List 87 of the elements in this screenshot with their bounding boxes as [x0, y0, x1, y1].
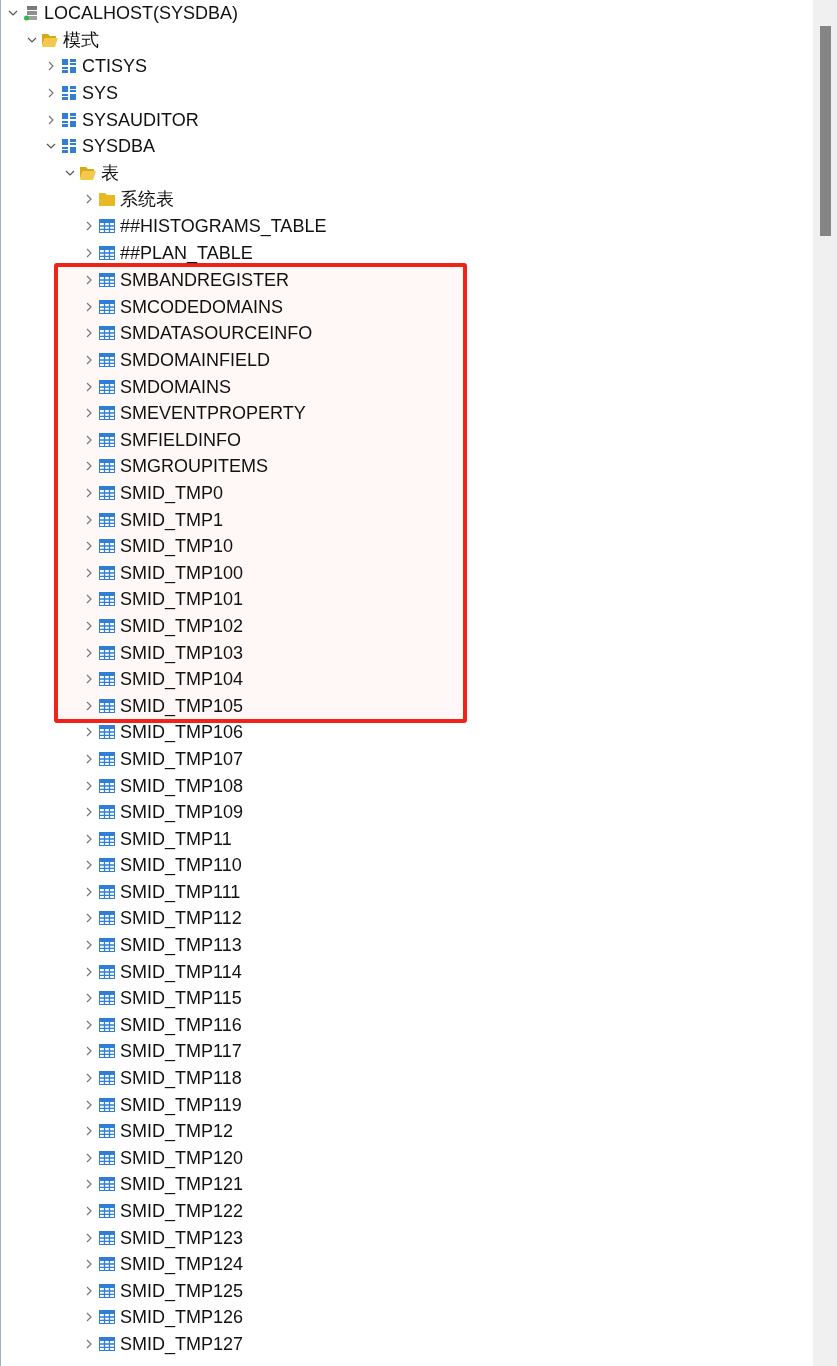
table-icon: [99, 486, 115, 500]
table-icon: [99, 778, 115, 793]
table-icon: [99, 1230, 115, 1245]
table-icon: [99, 459, 115, 474]
folder-icon: [80, 164, 96, 181]
tree-item-label[interactable]: CTISYS: [82, 53, 147, 80]
table-icon: [99, 1283, 115, 1298]
table-icon: [99, 1044, 115, 1059]
tree-item-label[interactable]: SMID_TMP123: [120, 1224, 244, 1251]
table-icon: [99, 592, 115, 607]
tree-item-label[interactable]: SMID_TMP109: [120, 799, 244, 826]
tree-item-label[interactable]: ##HISTOGRAMS_TABLE: [120, 213, 327, 240]
table-icon: [99, 432, 115, 447]
tree-item-label[interactable]: SMID_TMP112: [120, 905, 242, 932]
tree-item-label[interactable]: LOCALHOST(SYSDBA): [44, 0, 239, 27]
table-icon: [99, 353, 115, 367]
tree-item-label[interactable]: SMID_TMP107: [120, 745, 244, 772]
tree-item-label[interactable]: SMID_TMP118: [120, 1065, 242, 1092]
tree-item-label[interactable]: SMID_TMP125: [120, 1277, 244, 1304]
table-icon: [99, 273, 115, 288]
table-icon: [99, 219, 115, 234]
blocks-icon: [61, 85, 77, 102]
tree-item-label[interactable]: SMID_TMP119: [120, 1091, 242, 1118]
table-icon: [99, 805, 115, 820]
tree-item-label[interactable]: SMID_TMP108: [120, 772, 244, 799]
tree-item-label[interactable]: SMID_TMP114: [120, 958, 242, 985]
folder-icon: [99, 191, 115, 208]
table-icon: [99, 964, 115, 979]
table-icon: [99, 698, 115, 713]
tree-item-label[interactable]: SMID_TMP126: [120, 1304, 244, 1331]
tree-item-label[interactable]: SMID_TMP110: [120, 852, 242, 879]
table-icon: [99, 1257, 115, 1272]
tree-item-label[interactable]: SMID_TMP116: [120, 1011, 242, 1038]
tree-item-label[interactable]: SYSAUDITOR: [82, 106, 199, 133]
table-icon: [99, 1097, 115, 1112]
tree-item-label[interactable]: SMID_TMP120: [120, 1144, 244, 1171]
table-icon: [99, 565, 115, 580]
table-icon: [99, 1204, 115, 1218]
tree-item-label[interactable]: 表: [101, 159, 119, 186]
table-icon: [99, 326, 115, 341]
tree-item-label[interactable]: SYSDBA: [82, 133, 156, 160]
tree-item-label[interactable]: SMID_TMP117: [120, 1038, 242, 1065]
tree-item-label[interactable]: SMID_TMP12: [120, 1118, 234, 1145]
table-icon: [99, 725, 115, 740]
blocks-icon: [61, 111, 77, 128]
table-icon: [99, 379, 115, 394]
tree-item-label[interactable]: SMID_TMP115: [120, 985, 242, 1012]
tree-item-label[interactable]: SMID_TMP113: [120, 932, 242, 959]
table-icon: [99, 406, 115, 421]
table-icon: [99, 1071, 115, 1086]
table-icon: [99, 1310, 115, 1325]
tree-item-label[interactable]: 模式: [63, 26, 99, 53]
tree-item-label[interactable]: SMID_TMP106: [120, 719, 244, 746]
tree-item-label[interactable]: SMID_TMP127: [120, 1331, 244, 1357]
folder-icon: [42, 31, 58, 48]
table-icon: [99, 1177, 115, 1192]
tree-item-label[interactable]: SMID_TMP111: [120, 878, 241, 905]
blocks-icon: [61, 58, 77, 75]
table-icon: [99, 539, 115, 554]
table-icon: [99, 884, 115, 899]
tree-item-label[interactable]: 系统表: [120, 186, 174, 213]
table-icon: [99, 911, 115, 926]
table-icon: [99, 751, 115, 766]
table-icon: [99, 245, 115, 260]
table-icon: [99, 1150, 115, 1165]
table-icon: [99, 645, 115, 660]
table-icon: [99, 672, 115, 687]
tree-item-label[interactable]: SMID_TMP121: [120, 1171, 244, 1198]
table-icon: [99, 1337, 115, 1351]
table-icon: [99, 858, 115, 873]
table-icon: [99, 1124, 115, 1139]
blocks-icon: [61, 138, 77, 155]
scrollbar[interactable]: [813, 0, 837, 1366]
server-icon: [23, 5, 39, 22]
table-icon: [99, 618, 115, 633]
table-icon: [99, 938, 115, 953]
scrollbar-thumb[interactable]: [820, 26, 831, 236]
table-icon: [99, 299, 115, 314]
tree-item-label[interactable]: ##PLAN_TABLE: [120, 239, 253, 266]
tree-item-label[interactable]: SMID_TMP11: [120, 825, 232, 852]
table-icon: [99, 1017, 115, 1032]
table-icon: [99, 991, 115, 1006]
tree-item-label[interactable]: SMID_TMP122: [120, 1198, 244, 1224]
table-icon: [99, 512, 115, 527]
tree-item-label[interactable]: SMID_TMP124: [120, 1251, 244, 1278]
table-icon: [99, 831, 115, 846]
tree-item-label[interactable]: SYS: [82, 80, 119, 107]
